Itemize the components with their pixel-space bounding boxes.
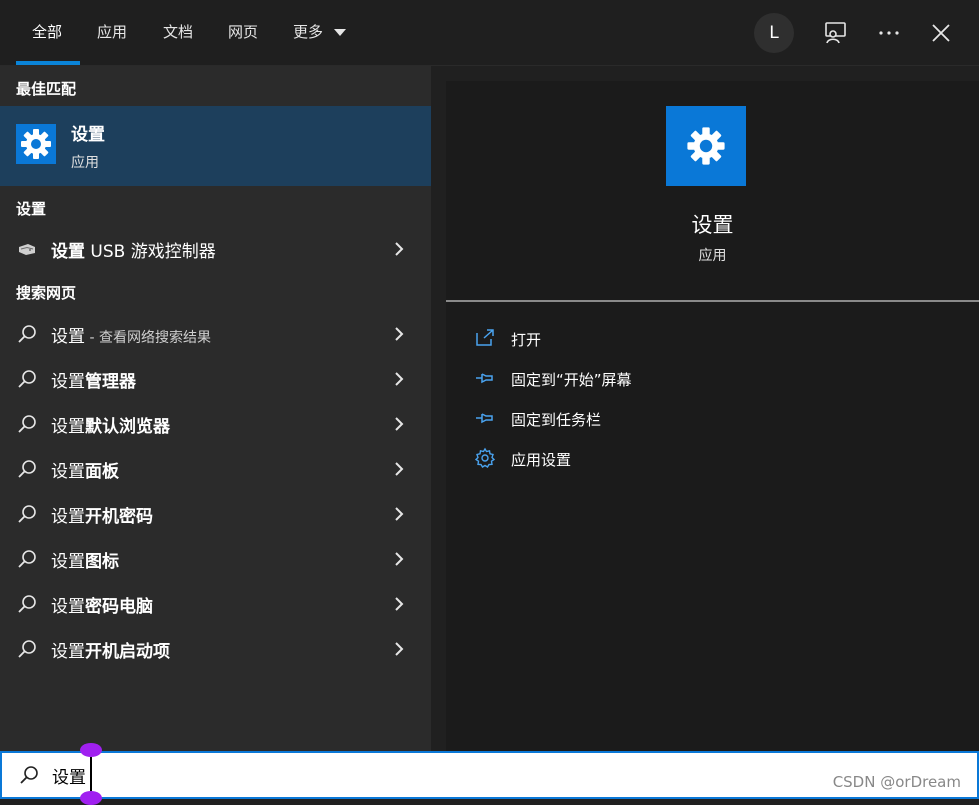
best-match-subtitle: 应用 xyxy=(71,155,99,171)
best-match-title: 设置 xyxy=(71,125,105,145)
chevron-right-icon[interactable] xyxy=(393,505,405,523)
search-icon xyxy=(18,595,36,613)
chevron-right-icon[interactable] xyxy=(393,370,405,388)
close-icon[interactable] xyxy=(928,20,954,46)
web-result-item[interactable]: 设置管理器 xyxy=(0,356,431,401)
best-match-settings-app[interactable]: 设置 应用 xyxy=(0,106,431,186)
item-label-prefix: 设置 xyxy=(51,462,85,482)
search-web-heading: 搜索网页 xyxy=(16,284,77,302)
chevron-right-icon[interactable] xyxy=(393,595,405,613)
best-match-heading: 最佳匹配 xyxy=(16,80,77,98)
pin-icon xyxy=(476,413,493,424)
tab-web[interactable]: 网页 xyxy=(228,22,258,42)
item-label-bold: 面板 xyxy=(85,462,119,482)
top-bar: 全部 应用 文档 网页 更多 L xyxy=(0,0,979,66)
item-label-prefix: 设置 xyxy=(51,327,85,347)
open-external-icon xyxy=(476,329,494,346)
web-result-item[interactable]: 设置默认浏览器 xyxy=(0,401,431,446)
web-result-item[interactable]: 设置密码电脑 xyxy=(0,581,431,626)
chevron-right-icon[interactable] xyxy=(393,550,405,568)
selection-handle-bottom[interactable] xyxy=(80,791,102,805)
item-label-bold: 开机启动项 xyxy=(85,642,170,662)
chevron-right-icon[interactable] xyxy=(393,460,405,478)
tab-apps[interactable]: 应用 xyxy=(97,22,127,42)
item-label-bold: 设置 xyxy=(51,242,85,262)
divider xyxy=(446,300,979,302)
search-icon xyxy=(18,550,36,568)
pin-to-taskbar-label: 固定到任务栏 xyxy=(511,411,602,429)
settings-usb-controller-item[interactable]: 设置 USB 游戏控制器 xyxy=(0,226,431,271)
item-label-bold: 图标 xyxy=(85,552,119,572)
item-label-bold: 默认浏览器 xyxy=(85,417,170,437)
search-icon xyxy=(18,640,36,658)
chevron-right-icon[interactable] xyxy=(393,325,405,343)
preview-panel: 设置 应用 打开 固定到“开始”屏幕 固定到任务栏 应用设置 xyxy=(446,81,979,751)
item-label-bold: 管理器 xyxy=(85,372,136,392)
search-icon xyxy=(18,325,36,343)
chevron-right-icon[interactable] xyxy=(393,640,405,658)
tab-documents[interactable]: 文档 xyxy=(163,22,193,42)
selection-handle-top[interactable] xyxy=(80,743,102,757)
item-label-rest: USB 游戏控制器 xyxy=(85,242,216,262)
tab-all[interactable]: 全部 xyxy=(32,22,62,42)
watermark: CSDN @orDream xyxy=(832,773,961,791)
open-label: 打开 xyxy=(511,331,542,349)
settings-gear-icon xyxy=(666,106,746,186)
search-icon xyxy=(18,460,36,478)
settings-heading: 设置 xyxy=(16,200,47,218)
item-label-prefix: 设置 xyxy=(51,372,85,392)
web-result-item[interactable]: 设置 - 查看网络搜索结果 xyxy=(0,311,431,356)
tab-more[interactable]: 更多 xyxy=(293,22,323,42)
item-label-suffix: - 查看网络搜索结果 xyxy=(85,330,211,346)
web-result-item[interactable]: 设置开机启动项 xyxy=(0,626,431,671)
results-panel: 最佳匹配 设置 应用 设置 设置 USB 游戏控制器 搜索网页 设置 - 查看网… xyxy=(0,66,431,751)
chevron-right-icon[interactable] xyxy=(393,240,405,258)
search-icon xyxy=(18,415,36,433)
more-options-icon[interactable] xyxy=(876,20,902,46)
active-tab-indicator xyxy=(16,61,80,65)
item-label-prefix: 设置 xyxy=(51,417,85,437)
item-label-prefix: 设置 xyxy=(51,642,85,662)
pin-icon xyxy=(476,373,493,384)
preview-title: 设置 xyxy=(691,213,734,237)
item-label-prefix: 设置 xyxy=(51,552,85,572)
chevron-right-icon[interactable] xyxy=(393,415,405,433)
avatar[interactable]: L xyxy=(754,13,794,53)
search-input[interactable] xyxy=(52,761,652,789)
gamepad-icon xyxy=(19,244,35,255)
preview-subtitle: 应用 xyxy=(698,248,727,264)
search-icon xyxy=(20,766,38,784)
pin-to-start-label: 固定到“开始”屏幕 xyxy=(511,371,632,389)
search-icon xyxy=(18,505,36,523)
feedback-icon[interactable] xyxy=(823,20,849,46)
search-bar: CSDN @orDream xyxy=(0,743,979,805)
item-label-bold: 开机密码 xyxy=(85,507,153,527)
item-label-bold: 密码电脑 xyxy=(85,597,153,617)
web-result-item[interactable]: 设置开机密码 xyxy=(0,491,431,536)
web-result-item[interactable]: 设置面板 xyxy=(0,446,431,491)
gear-icon xyxy=(474,447,496,468)
chevron-down-icon xyxy=(334,29,346,36)
search-icon xyxy=(18,370,36,388)
item-label-prefix: 设置 xyxy=(51,597,85,617)
settings-gear-icon xyxy=(16,124,56,164)
web-result-item[interactable]: 设置图标 xyxy=(0,536,431,581)
item-label-prefix: 设置 xyxy=(51,507,85,527)
app-settings-label: 应用设置 xyxy=(511,451,572,469)
